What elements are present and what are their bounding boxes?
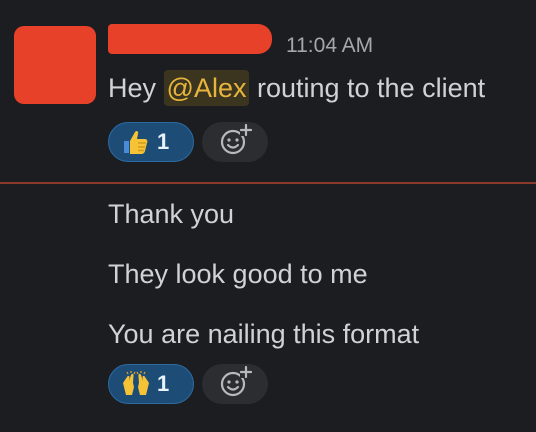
message-text: They look good to me bbox=[108, 259, 368, 289]
message-text: You are nailing this format bbox=[108, 319, 420, 349]
user-mention[interactable]: @Alex bbox=[163, 70, 250, 106]
reaction-raised-hands[interactable]: 1 bbox=[108, 364, 194, 404]
add-emoji-icon bbox=[218, 365, 253, 404]
add-reaction-button[interactable] bbox=[202, 122, 268, 162]
raised-hands-icon bbox=[121, 371, 149, 397]
add-reaction-button[interactable] bbox=[202, 364, 268, 404]
new-messages-divider bbox=[0, 182, 536, 184]
message-text-before-mention: Hey bbox=[108, 73, 164, 103]
message-text-after-mention: routing to the client bbox=[249, 73, 486, 103]
sender-name-redacted[interactable] bbox=[108, 24, 272, 54]
reaction-count: 1 bbox=[157, 371, 170, 396]
message-text: Hey @Alex routing to the client bbox=[108, 70, 485, 106]
reaction-count: 1 bbox=[157, 129, 170, 154]
avatar[interactable] bbox=[14, 26, 96, 104]
message-text: Thank you bbox=[108, 199, 235, 229]
reaction-thumbs-up[interactable]: 1 bbox=[108, 122, 194, 162]
message-timestamp[interactable]: 11:04 AM bbox=[286, 34, 373, 58]
thumbs-up-icon bbox=[121, 129, 149, 155]
add-emoji-icon bbox=[218, 123, 253, 162]
